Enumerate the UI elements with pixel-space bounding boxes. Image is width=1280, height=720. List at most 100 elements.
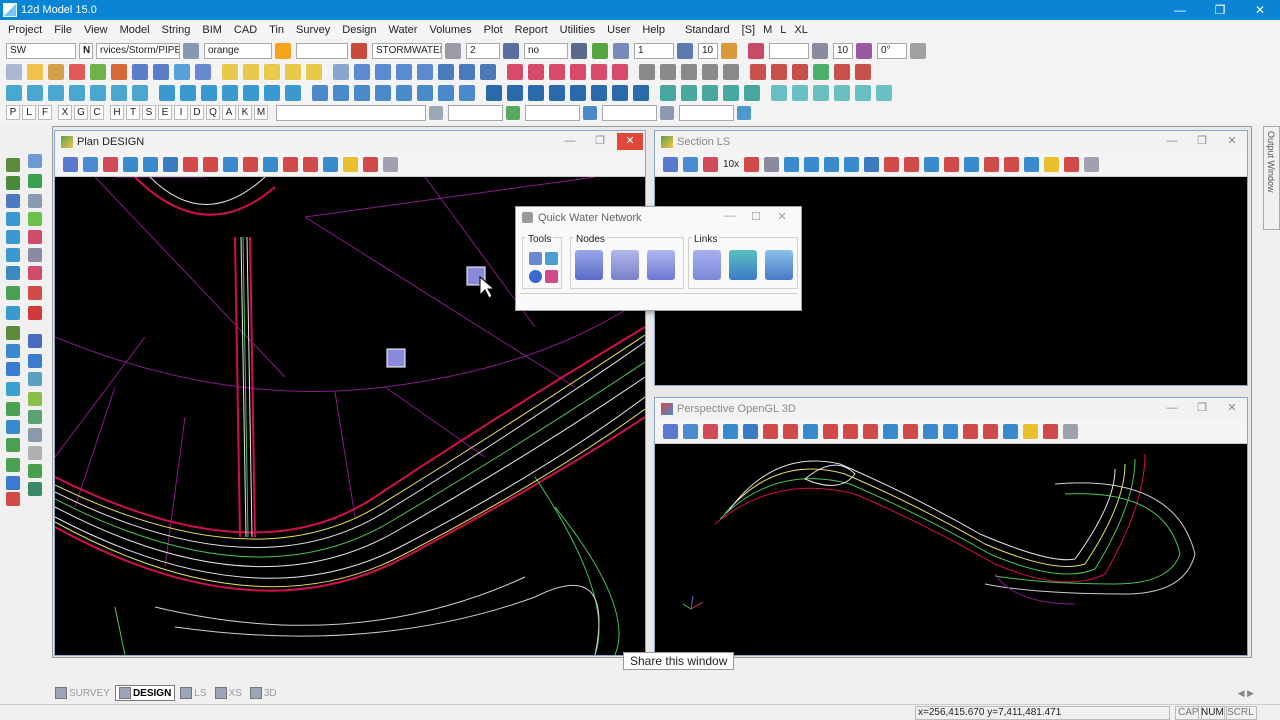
network-tool-icon[interactable] (545, 252, 558, 265)
line-e-icon[interactable] (396, 84, 412, 101)
curve-f-icon[interactable] (612, 63, 628, 80)
grid-icon[interactable] (660, 105, 674, 120)
fit-icon[interactable] (723, 424, 738, 439)
vehicle-f-icon[interactable] (591, 84, 607, 101)
curve-d-icon[interactable] (570, 63, 586, 80)
design-d-icon[interactable] (222, 84, 238, 101)
pen-icon[interactable] (28, 154, 42, 168)
maximize-icon[interactable]: ☐ (743, 210, 769, 223)
tools-d-icon[interactable] (813, 63, 829, 80)
map-d-icon[interactable] (723, 84, 739, 101)
blank-field-b[interactable] (769, 42, 809, 59)
share-icon[interactable] (983, 424, 998, 439)
sort-icon[interactable] (351, 42, 367, 59)
menu-model[interactable]: Model (120, 24, 150, 36)
vehicle-h-icon[interactable] (633, 84, 649, 101)
maximize-icon[interactable]: ❐ (1189, 133, 1215, 150)
tools-icon[interactable] (750, 63, 766, 80)
pin-icon[interactable] (1064, 157, 1080, 172)
line-f-icon[interactable] (417, 84, 433, 101)
circle-draw-icon[interactable] (6, 212, 20, 226)
snap-x-button[interactable]: X (58, 105, 72, 120)
perspective-window[interactable]: Perspective OpenGL 3D — ❐ ✕ (654, 397, 1248, 656)
select-filter-icon[interactable] (306, 63, 322, 80)
string-e-icon[interactable] (90, 84, 106, 101)
tab-ls[interactable]: LS (177, 685, 209, 701)
map-icon[interactable] (660, 84, 676, 101)
boundary-icon[interactable] (6, 402, 20, 416)
lamp-icon[interactable] (28, 446, 42, 460)
line-draw-icon[interactable] (6, 176, 20, 190)
design-e-icon[interactable] (243, 84, 259, 101)
curve-c-icon[interactable] (549, 63, 565, 80)
size-field-b[interactable]: 10 (833, 42, 853, 59)
menu-bim[interactable]: BIM (202, 24, 222, 36)
pipe-link-icon[interactable] (693, 250, 721, 280)
close-icon[interactable]: ✕ (1219, 133, 1245, 150)
arc-icon[interactable] (6, 230, 20, 244)
grid-view-icon[interactable] (1063, 424, 1078, 439)
stretch-icon[interactable] (28, 248, 42, 262)
trim-icon[interactable] (6, 326, 20, 340)
text-draw-icon[interactable] (6, 266, 20, 280)
tools-e-icon[interactable] (834, 63, 850, 80)
section-icon[interactable] (243, 157, 258, 172)
light-icon[interactable] (863, 424, 878, 439)
tab-survey[interactable]: SURVEY (52, 685, 113, 701)
add-icon[interactable] (683, 424, 698, 439)
menu-survey[interactable]: Survey (296, 24, 330, 36)
flip-icon[interactable] (824, 157, 840, 172)
tab-3d[interactable]: 3D (247, 685, 280, 701)
menu-plot[interactable]: Plot (484, 24, 503, 36)
chevron-down-icon[interactable] (571, 42, 587, 59)
name-style-button[interactable]: N (79, 42, 93, 59)
vehicle-d-icon[interactable] (549, 84, 565, 101)
drive-icon[interactable] (903, 424, 918, 439)
angle-field[interactable]: 0° (877, 42, 907, 59)
style-field[interactable]: no (524, 42, 568, 59)
curve-draw-icon[interactable] (6, 286, 20, 300)
maximize-icon[interactable]: ❐ (587, 133, 613, 150)
colour-field[interactable]: orange (204, 42, 272, 59)
snap-f-button[interactable]: F (38, 105, 52, 120)
model-icon[interactable] (183, 42, 199, 59)
remove-icon[interactable] (703, 424, 718, 439)
line-g-icon[interactable] (438, 84, 454, 101)
open-icon[interactable] (27, 63, 43, 80)
plus-icon[interactable] (6, 420, 20, 434)
linestyle-icon[interactable] (445, 42, 461, 59)
string-c-icon[interactable] (48, 84, 64, 101)
redraw-icon[interactable] (943, 424, 958, 439)
star-icon[interactable] (1044, 157, 1060, 172)
link-icon[interactable] (417, 63, 433, 80)
vehicle-g-icon[interactable] (612, 84, 628, 101)
info-icon[interactable] (529, 270, 542, 283)
water-d-icon[interactable] (834, 84, 850, 101)
arrow-tool-icon[interactable] (438, 63, 454, 80)
snap-d-button[interactable]: D (190, 105, 204, 120)
refresh-icon[interactable] (69, 63, 85, 80)
grid-view-icon[interactable] (1084, 157, 1100, 172)
snap-h-button[interactable]: H (110, 105, 124, 120)
minimize-icon[interactable]: — (1160, 0, 1200, 20)
crosshair-icon[interactable] (583, 105, 597, 120)
tab-design[interactable]: DESIGN (114, 685, 176, 701)
zoom-out-icon[interactable] (203, 157, 218, 172)
redraw-icon[interactable] (964, 157, 980, 172)
arrow-tool-c-icon[interactable] (480, 63, 496, 80)
model-name-field[interactable]: STORMWATER (372, 42, 442, 59)
line-icon[interactable] (312, 84, 328, 101)
tools-b-icon[interactable] (771, 63, 787, 80)
section-icon[interactable] (823, 424, 838, 439)
size-field-a[interactable]: 10 (698, 42, 718, 59)
plot-icon[interactable] (283, 157, 298, 172)
design-b-icon[interactable] (180, 84, 196, 101)
gear-icon[interactable] (1024, 157, 1040, 172)
snap-input-b[interactable] (448, 104, 503, 121)
symbol-icon[interactable] (856, 42, 872, 59)
quick-water-network-dialog[interactable]: Quick Water Network — ☐ ✕ Tools Nodes Li… (515, 206, 802, 311)
angle-icon[interactable] (910, 42, 926, 59)
exaggeration-label[interactable]: 10x (723, 159, 739, 170)
design-g-icon[interactable] (285, 84, 301, 101)
polygon-icon[interactable] (6, 476, 20, 490)
